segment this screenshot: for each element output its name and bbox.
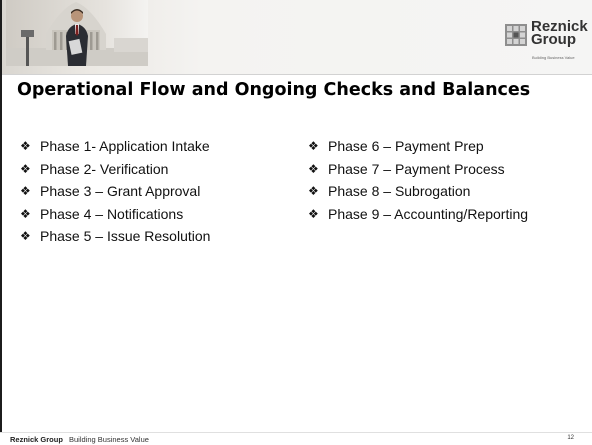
reznick-group-logo: Reznick Group Building Business Value: [505, 19, 591, 64]
diamond-bullet-icon: ❖: [20, 161, 31, 176]
phase-label: Phase 1- Application Intake: [40, 138, 210, 154]
phase-label: Phase 5 – Issue Resolution: [40, 228, 211, 244]
phase-label: Phase 9 – Accounting/Reporting: [328, 205, 529, 222]
phase-label: Phase 3 – Grant Approval: [40, 183, 201, 199]
slide-footer: Reznick Group Building Business Value 12: [0, 432, 592, 445]
logo-grid-icon: [505, 24, 527, 46]
footer-tagline: Building Business Value: [69, 435, 149, 444]
phase-item: ❖ Phase 7 – Payment Process: [306, 160, 576, 180]
phase-item: ❖ Phase 9 – Accounting/Reporting: [306, 205, 576, 225]
slide-header: Reznick Group Building Business Value: [2, 0, 592, 75]
phase-item: ❖ Phase 5 – Issue Resolution: [18, 227, 278, 247]
diamond-bullet-icon: ❖: [308, 184, 319, 198]
phase-item: ❖ Phase 3 – Grant Approval: [18, 182, 278, 202]
slide-title: Operational Flow and Ongoing Checks and …: [17, 80, 531, 100]
phase-label: Phase 6 – Payment Prep: [328, 138, 484, 154]
header-photo: [6, 0, 148, 66]
phase-item: ❖ Phase 2- Verification: [18, 160, 278, 180]
phase-label: Phase 8 – Subrogation: [328, 183, 471, 199]
logo-tagline: Building Business Value: [532, 55, 575, 60]
diamond-bullet-icon: ❖: [20, 206, 31, 221]
logo-name: Reznick Group: [531, 19, 591, 47]
phase-label: Phase 4 – Notifications: [40, 205, 184, 222]
phase-item: ❖ Phase 4 – Notifications: [18, 205, 278, 225]
phase-list-right: ❖ Phase 6 – Payment Prep ❖ Phase 7 – Payme…: [306, 137, 576, 227]
phase-label: Phase 2- Verification: [40, 160, 169, 177]
footer-brand: Reznick Group: [10, 435, 63, 444]
diamond-bullet-icon: ❖: [308, 206, 319, 221]
phase-item: ❖ Phase 6 – Payment Prep: [306, 137, 576, 157]
phase-list-left: ❖ Phase 1- Application Intake ❖ Phase 2- V…: [18, 137, 278, 250]
diamond-bullet-icon: ❖: [20, 139, 31, 153]
phase-label: Phase 7 – Payment Process: [328, 160, 505, 177]
diamond-bullet-icon: ❖: [20, 184, 31, 198]
phase-item: ❖ Phase 8 – Subrogation: [306, 182, 576, 202]
phase-item: ❖ Phase 1- Application Intake: [18, 137, 278, 157]
diamond-bullet-icon: ❖: [308, 161, 319, 176]
page-number: 12: [567, 435, 574, 441]
diamond-bullet-icon: ❖: [20, 229, 31, 243]
diamond-bullet-icon: ❖: [308, 139, 319, 153]
